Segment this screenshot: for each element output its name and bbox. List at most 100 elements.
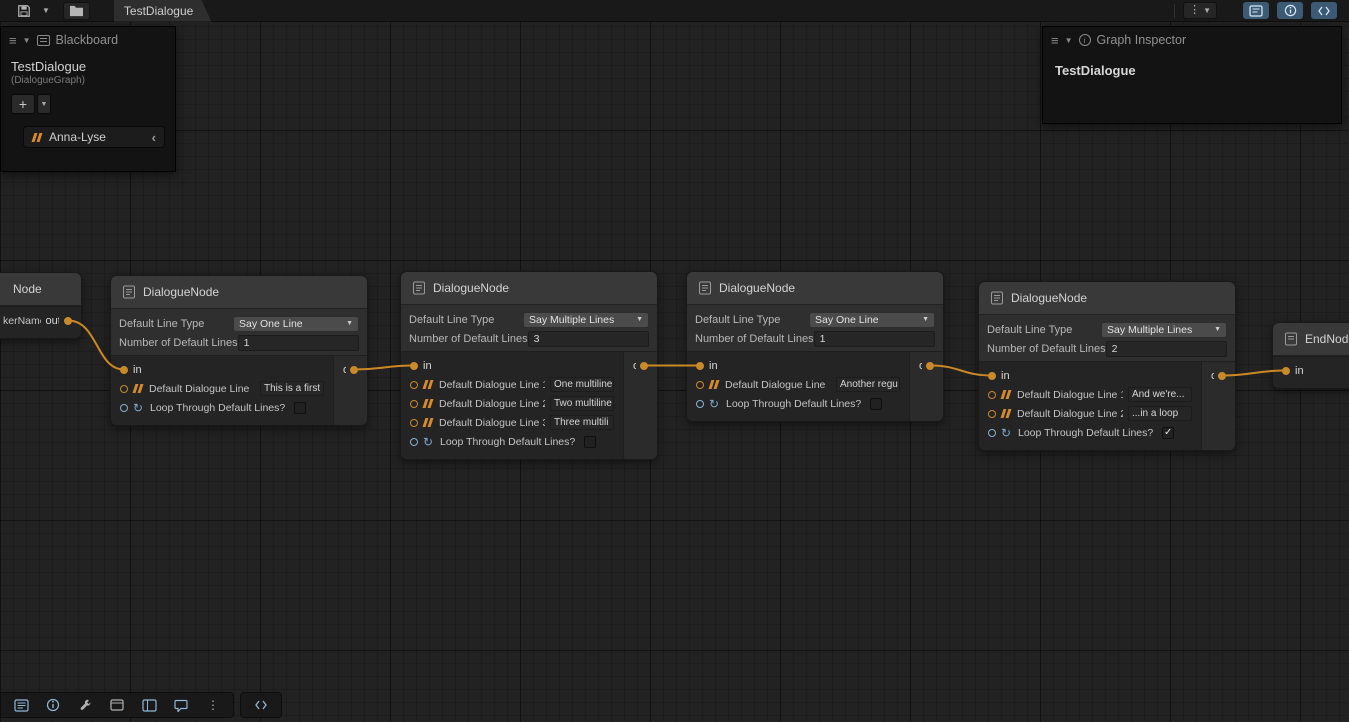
dialogue-line-port[interactable] — [988, 410, 996, 418]
num-lines-label: Number of Default Lines — [119, 337, 238, 349]
num-lines-field[interactable]: 2 — [1106, 341, 1227, 357]
dialogue-node-3[interactable]: DialogueNode Default Line Type Say One L… — [686, 271, 944, 422]
dialogue-line-field[interactable]: One multiline — [550, 377, 614, 392]
num-lines-field[interactable]: 1 — [238, 335, 359, 351]
line-type-label: Default Line Type — [987, 324, 1101, 336]
save-icon — [17, 4, 31, 18]
info-icon: i — [1079, 34, 1091, 46]
dialogue-node-2[interactable]: DialogueNode Default Line Type Say Multi… — [400, 271, 658, 460]
tab-testdialogue[interactable]: TestDialogue — [114, 0, 211, 22]
dialogue-line-port[interactable] — [696, 381, 704, 389]
collapse-icon[interactable]: ▼ — [1065, 36, 1073, 45]
code-toggle-button[interactable] — [1311, 2, 1337, 19]
node-title-bar: DialogueNode — [111, 276, 367, 309]
num-lines-field[interactable]: 3 — [528, 331, 649, 347]
speech-bubble-icon — [174, 699, 188, 712]
quote-icon — [1001, 409, 1012, 418]
line-type-dropdown[interactable]: Say One Line ▼ — [233, 316, 359, 332]
inspector-toggle-button[interactable] — [1277, 2, 1303, 19]
quote-icon — [423, 418, 434, 427]
dialogue-line-value: And we're... — [1132, 389, 1185, 400]
loop-checkbox[interactable] — [870, 398, 882, 410]
kebab-icon: ⋮ — [1189, 5, 1200, 16]
quote-icon — [709, 380, 720, 389]
node-title-bar: DialogueNode — [979, 282, 1235, 315]
loop-checkbox[interactable] — [294, 402, 306, 414]
num-lines-field[interactable]: 1 — [814, 331, 935, 347]
in-port[interactable] — [120, 366, 128, 374]
node-title: EndNode — [1305, 332, 1349, 346]
speaker-node[interactable]: Node kerName out — [0, 272, 82, 339]
num-lines-value: 3 — [534, 333, 540, 345]
loop-port[interactable] — [696, 400, 704, 408]
hamburger-icon[interactable]: ≡ — [1051, 33, 1059, 48]
dialogue-line-field[interactable]: And we're... — [1128, 387, 1192, 402]
out-port[interactable] — [640, 362, 648, 370]
line-type-dropdown[interactable]: Say Multiple Lines ▼ — [1101, 322, 1227, 338]
dialogue-line-field[interactable]: This is a first — [260, 381, 324, 396]
dialogue-line-field[interactable]: Three multili — [550, 415, 614, 430]
dialogue-line-field[interactable]: Another regu — [836, 377, 900, 392]
in-port[interactable] — [988, 372, 996, 380]
dialogue-line-port[interactable] — [410, 400, 418, 408]
loop-port[interactable] — [988, 429, 996, 437]
dialogue-node-1[interactable]: DialogueNode Default Line Type Say One L… — [110, 275, 368, 426]
dialogue-node-4[interactable]: DialogueNode Default Line Type Say Multi… — [978, 281, 1236, 451]
dialogue-line-port[interactable] — [988, 391, 996, 399]
panel-button[interactable] — [135, 695, 163, 715]
collapse-icon[interactable]: ▼ — [23, 36, 31, 45]
inspector-title: Graph Inspector — [1097, 33, 1187, 47]
save-button[interactable] — [12, 2, 36, 20]
in-port-label: in — [1001, 370, 1010, 382]
wrench-icon — [78, 698, 92, 712]
loop-checkbox[interactable] — [584, 436, 596, 448]
field-expander-icon[interactable]: ‹ — [152, 130, 156, 145]
hamburger-icon[interactable]: ≡ — [9, 33, 17, 48]
more-menu-button[interactable]: ⋮ ▼ — [1183, 2, 1217, 19]
inspector-header[interactable]: ≡ ▼ i Graph Inspector — [1043, 27, 1341, 53]
loop-port[interactable] — [410, 438, 418, 446]
kebab-icon: ⋮ — [207, 699, 219, 711]
in-port[interactable] — [410, 362, 418, 370]
quote-icon — [133, 384, 144, 393]
out-port[interactable] — [1218, 372, 1226, 380]
out-port[interactable] — [926, 362, 934, 370]
open-folder-button[interactable] — [63, 2, 90, 20]
blackboard-field-anna-lyse[interactable]: Anna-Lyse ‹ — [23, 126, 165, 148]
info-button[interactable] — [39, 695, 67, 715]
dialogue-line-port[interactable] — [120, 385, 128, 393]
add-property-dropdown[interactable]: ▼ — [37, 94, 51, 114]
save-dropdown-button[interactable]: ▼ — [36, 2, 55, 20]
dialogue-button[interactable] — [167, 695, 195, 715]
out-port-label: out — [919, 360, 922, 372]
end-node[interactable]: EndNode in — [1272, 322, 1349, 389]
line-type-dropdown[interactable]: Say Multiple Lines ▼ — [523, 312, 649, 328]
tools-button[interactable] — [71, 695, 99, 715]
list-button[interactable] — [7, 695, 35, 715]
dialogue-line-port[interactable] — [410, 419, 418, 427]
blackboard-toggle-button[interactable] — [1243, 2, 1269, 19]
node-title: Node — [13, 282, 42, 296]
out-port[interactable] — [64, 317, 72, 325]
dialogue-line-field[interactable]: ...in a loop — [1128, 406, 1192, 421]
blackboard-header[interactable]: ≡ ▼ Blackboard — [1, 27, 175, 53]
line-type-dropdown[interactable]: Say One Line ▼ — [809, 312, 935, 328]
loop-label: Loop Through Default Lines? — [726, 398, 861, 410]
panel-icon — [142, 699, 157, 712]
dialogue-line-label: Default Dialogue Line 1 — [1017, 389, 1123, 401]
out-port[interactable] — [350, 366, 358, 374]
num-lines-value: 2 — [1112, 343, 1118, 355]
chevron-down-icon: ▼ — [1214, 326, 1221, 333]
in-port[interactable] — [696, 362, 704, 370]
in-port[interactable] — [1282, 367, 1290, 375]
code-button[interactable] — [247, 695, 275, 715]
add-property-button[interactable]: + — [11, 94, 35, 114]
dialogue-line-field[interactable]: Two multiline — [550, 396, 614, 411]
dialogue-line-port[interactable] — [410, 381, 418, 389]
out-port-label: out — [46, 315, 59, 327]
more-button[interactable]: ⋮ — [199, 695, 227, 715]
loop-checkbox[interactable]: ✓ — [1162, 427, 1174, 439]
loop-port[interactable] — [120, 404, 128, 412]
window-button[interactable] — [103, 695, 131, 715]
dialogue-line-value: ...in a loop — [1132, 408, 1178, 419]
